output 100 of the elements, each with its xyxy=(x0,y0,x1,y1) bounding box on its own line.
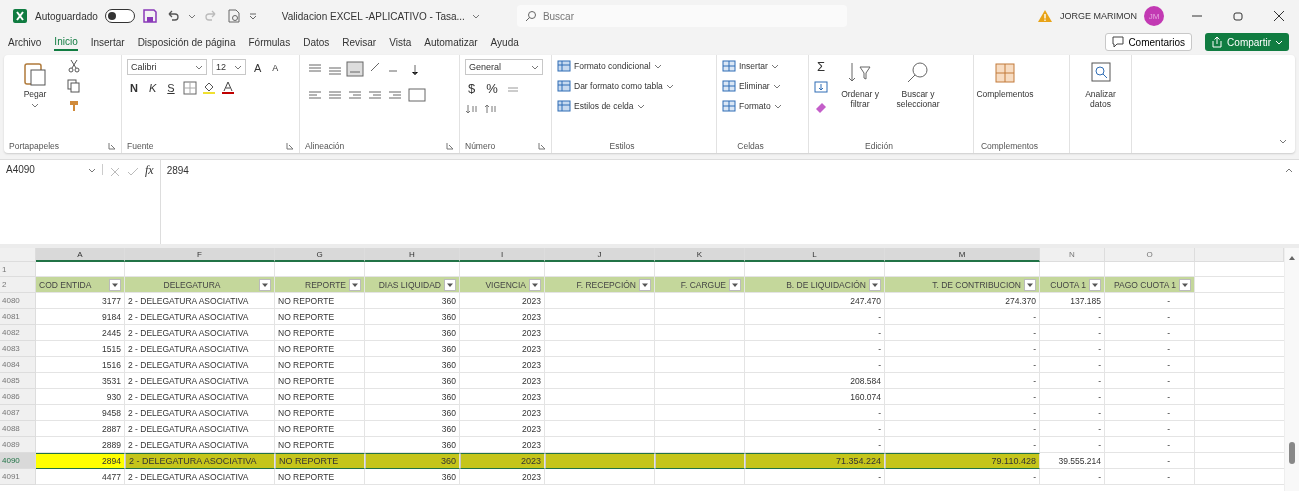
menu-tab[interactable]: Insertar xyxy=(90,34,125,50)
dialog-launcher-icon[interactable] xyxy=(538,142,546,150)
add-ins-button[interactable]: Complementos xyxy=(979,59,1031,99)
bold-button[interactable]: N xyxy=(127,82,141,94)
table-cell: - xyxy=(885,405,1040,421)
filter-button[interactable] xyxy=(259,278,271,291)
filter-button[interactable] xyxy=(109,278,121,291)
italic-button[interactable]: K xyxy=(145,82,160,94)
menu-tab[interactable]: Archivo xyxy=(8,34,42,50)
column-header[interactable]: L xyxy=(745,248,885,262)
menu-tab[interactable]: Fórmulas xyxy=(248,34,291,50)
styles-menu-button[interactable]: Dar formato como tabla xyxy=(557,79,674,93)
row-header[interactable]: 4084 xyxy=(0,357,36,373)
row-header[interactable]: 4085 xyxy=(0,373,36,389)
row-header[interactable]: 4091 xyxy=(0,469,36,485)
filter-button[interactable] xyxy=(1024,278,1036,291)
column-header[interactable]: M xyxy=(885,248,1040,262)
insert-function-button[interactable]: fx xyxy=(145,163,154,178)
collapse-ribbon-icon[interactable] xyxy=(1279,137,1287,145)
row-header[interactable]: 4081 xyxy=(0,309,36,325)
check-icon[interactable] xyxy=(127,166,139,178)
filter-button[interactable] xyxy=(869,278,881,291)
caret-icon[interactable] xyxy=(471,12,480,20)
name-box[interactable]: A4090 xyxy=(6,164,103,175)
print-preview-icon[interactable] xyxy=(225,8,242,24)
row-header[interactable]: 4089 xyxy=(0,437,36,453)
column-header[interactable]: G xyxy=(275,248,365,262)
close-icon[interactable] xyxy=(1271,8,1287,24)
column-header[interactable]: K xyxy=(655,248,745,262)
save-icon[interactable] xyxy=(141,8,158,24)
menu-tab[interactable]: Disposición de página xyxy=(137,34,236,50)
decrease-font-button[interactable]: A xyxy=(269,61,282,73)
column-header[interactable]: O xyxy=(1105,248,1195,262)
percent-button[interactable]: % xyxy=(483,81,501,96)
column-header[interactable]: A xyxy=(36,248,125,262)
font-color-icon[interactable] xyxy=(220,81,235,95)
filter-button[interactable] xyxy=(349,278,361,291)
row-header[interactable]: 4083 xyxy=(0,341,36,357)
row-header[interactable]: 4087 xyxy=(0,405,36,421)
collapse-formula-bar-icon[interactable] xyxy=(1285,166,1293,174)
row-header[interactable]: 4082 xyxy=(0,325,36,341)
row-header[interactable]: 2 xyxy=(0,277,36,293)
analyze-data-button[interactable]: Analizar datos xyxy=(1075,59,1126,109)
row-header[interactable]: 4088 xyxy=(0,421,36,437)
scroll-up-icon[interactable] xyxy=(1288,254,1296,262)
caret-icon[interactable] xyxy=(187,12,196,20)
menu-tab[interactable]: Automatizar xyxy=(424,34,478,50)
column-header[interactable]: H xyxy=(365,248,460,262)
filter-button[interactable] xyxy=(1089,278,1101,291)
sort-filter-button[interactable]: Ordenar y filtrar xyxy=(834,59,887,109)
autosave-toggle[interactable] xyxy=(104,9,135,23)
search-field[interactable]: Buscar xyxy=(516,5,847,27)
scrollbar-thumb[interactable] xyxy=(1289,442,1295,464)
scissors-icon[interactable] xyxy=(67,59,81,73)
filter-button[interactable] xyxy=(444,278,456,291)
user-name[interactable]: JORGE MARIMON xyxy=(1060,11,1137,21)
fill-bucket-icon[interactable] xyxy=(201,81,216,95)
row-header[interactable]: 4080 xyxy=(0,293,36,309)
filter-button[interactable] xyxy=(529,278,541,291)
filter-button[interactable] xyxy=(639,278,651,291)
font-family-select[interactable]: Calibri xyxy=(127,59,207,75)
underline-button[interactable]: S xyxy=(164,82,178,94)
column-header[interactable]: J xyxy=(545,248,655,262)
document-title[interactable]: Validacion EXCEL -APLICATIVO - Tasa... xyxy=(281,10,465,22)
dialog-launcher-icon[interactable] xyxy=(108,142,116,150)
menu-tab[interactable]: Vista xyxy=(389,34,412,50)
row-header[interactable]: 4086 xyxy=(0,389,36,405)
increase-font-button[interactable]: A xyxy=(251,60,265,74)
row-header[interactable]: 4090 xyxy=(0,453,36,469)
eraser-icon[interactable] xyxy=(814,100,828,114)
vertical-scrollbar[interactable] xyxy=(1284,248,1299,491)
dialog-launcher-icon[interactable] xyxy=(446,142,454,150)
cells-menu-button[interactable]: Eliminar xyxy=(722,79,781,93)
customize-caret-icon[interactable] xyxy=(248,12,257,20)
column-header[interactable]: I xyxy=(460,248,545,262)
menu-tab[interactable]: Ayuda xyxy=(490,34,519,50)
copy-icon[interactable] xyxy=(67,79,81,93)
column-header[interactable]: N xyxy=(1040,248,1105,262)
number-format-select[interactable]: General xyxy=(465,59,543,75)
find-select-button[interactable]: Buscar y seleccionar xyxy=(892,59,945,109)
styles-menu-button[interactable]: Estilos de celda xyxy=(557,99,645,113)
styles-menu-button[interactable]: Formato condicional xyxy=(557,59,662,73)
menu-tab[interactable]: Datos xyxy=(303,34,330,50)
cells-menu-button[interactable]: Formato xyxy=(722,99,782,113)
fill-icon[interactable] xyxy=(814,80,828,94)
format-painter-icon[interactable] xyxy=(67,99,81,113)
filter-button[interactable] xyxy=(729,278,741,291)
cells-menu-button[interactable]: Insertar xyxy=(722,59,779,73)
font-size-select[interactable]: 12 xyxy=(212,59,246,75)
currency-button[interactable]: $ xyxy=(465,81,479,96)
menu-tab[interactable]: Inicio xyxy=(54,33,78,51)
column-header[interactable]: F xyxy=(125,248,275,262)
filter-button[interactable] xyxy=(1179,278,1191,291)
row-header[interactable]: 1 xyxy=(0,262,36,277)
menu-tab[interactable]: Revisar xyxy=(342,34,377,50)
paste-button[interactable]: Pegar xyxy=(9,59,61,109)
comments-button[interactable]: Comentarios xyxy=(1105,33,1193,51)
autosum-button[interactable]: Σ xyxy=(814,59,829,74)
dialog-launcher-icon[interactable] xyxy=(286,142,294,150)
share-button[interactable]: Compartir xyxy=(1205,33,1289,51)
